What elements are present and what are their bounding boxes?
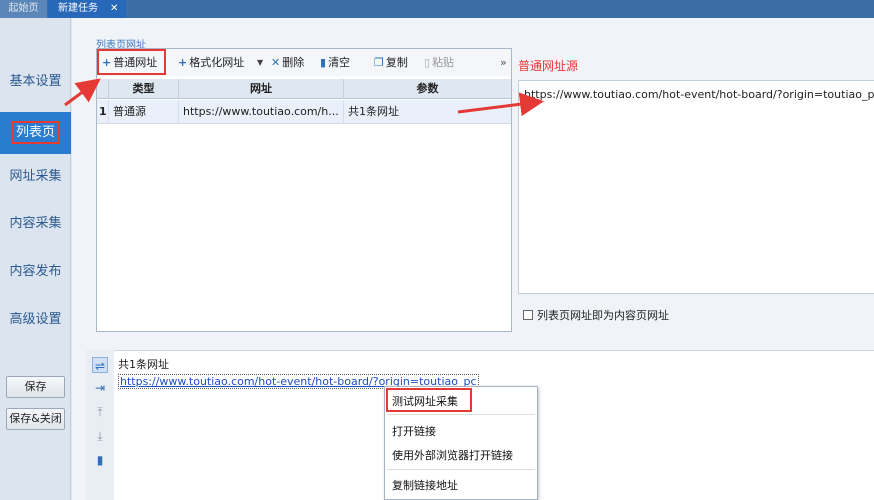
column-header-url[interactable]: 网址 <box>179 79 344 99</box>
plus-icon: + <box>178 56 187 69</box>
cell-type: 普通源 <box>109 100 179 124</box>
move-bottom-icon[interactable]: ⤓ <box>92 428 108 444</box>
sidebar-item-basic-settings[interactable]: 基本设置 <box>0 65 71 99</box>
table-row[interactable]: 1 普通源 https://www.toutiao.com/h... 共1条网址 <box>97 100 511 124</box>
index-header <box>97 79 109 99</box>
cell-url: https://www.toutiao.com/h... <box>179 100 344 124</box>
column-header-type[interactable]: 类型 <box>109 79 179 99</box>
tab-new-task-label: 新建任务 <box>58 3 98 14</box>
sidebar-item-advanced-settings[interactable]: 高级设置 <box>0 303 71 337</box>
save-button[interactable]: 保存 <box>6 376 65 398</box>
plus-icon: + <box>102 56 111 69</box>
url-count-text: 共1条网址 <box>118 356 169 372</box>
column-header-param[interactable]: 参数 <box>344 79 511 99</box>
list-is-content-checkbox[interactable]: 列表页网址即为内容页网址 <box>523 307 669 323</box>
trash-icon[interactable]: ▮ <box>92 452 108 468</box>
sidebar-item-content-collect[interactable]: 内容采集 <box>0 207 71 241</box>
menu-item-open-external[interactable]: 使用外部浏览器打开链接 <box>392 447 513 463</box>
clear-button[interactable]: ▮清空 <box>320 55 350 71</box>
trash-icon: ▮ <box>320 56 326 69</box>
move-top-icon[interactable]: ⤒ <box>92 404 108 420</box>
x-icon: ✕ <box>271 56 280 69</box>
tab-bar <box>0 0 874 18</box>
add-plain-url-label: 普通网址 <box>113 56 157 69</box>
close-icon[interactable]: ✕ <box>110 0 118 18</box>
indent-icon[interactable]: ⇥ <box>92 380 108 396</box>
delete-label: 删除 <box>282 56 304 69</box>
clear-label: 清空 <box>328 56 350 69</box>
paste-icon: ▯ <box>424 56 430 69</box>
menu-separator <box>387 469 535 470</box>
more-tools-button[interactable]: » <box>500 55 507 71</box>
add-plain-url-button[interactable]: +普通网址 <box>102 55 157 71</box>
menu-separator <box>387 414 535 415</box>
url-source-text: https://www.toutiao.com/hot-event/hot-bo… <box>524 88 874 101</box>
tab-start-page[interactable]: 起始页 <box>0 0 47 18</box>
menu-item-open-link[interactable]: 打开链接 <box>392 423 436 439</box>
menu-item-test-url-collect[interactable]: 测试网址采集 <box>392 393 458 409</box>
sidebar-item-content-publish[interactable]: 内容发布 <box>0 255 71 289</box>
paste-button[interactable]: ▯粘贴 <box>424 55 454 71</box>
url-source-textarea[interactable]: https://www.toutiao.com/hot-event/hot-bo… <box>518 80 874 294</box>
checkbox-label: 列表页网址即为内容页网址 <box>537 309 669 322</box>
checkbox-icon <box>523 310 533 320</box>
sidebar-item-list-page[interactable]: 列表页 <box>0 112 71 154</box>
tab-new-task[interactable]: 新建任务 ✕ <box>48 0 126 18</box>
cell-param: 共1条网址 <box>344 100 511 124</box>
sidebar-item-label: 列表页 <box>11 121 60 144</box>
paste-label: 粘贴 <box>432 56 454 69</box>
menu-item-copy-link[interactable]: 复制链接地址 <box>392 477 458 493</box>
table-header: 类型 网址 参数 <box>97 79 511 99</box>
sidebar-item-url-collect[interactable]: 网址采集 <box>0 160 71 194</box>
row-index: 1 <box>97 100 109 124</box>
copy-label: 复制 <box>386 56 408 69</box>
add-formatted-url-button[interactable]: +格式化网址 <box>178 55 244 71</box>
save-close-button[interactable]: 保存&关闭 <box>6 408 65 430</box>
plain-url-source-title: 普通网址源 <box>518 57 578 74</box>
delete-button[interactable]: ✕删除 <box>271 55 304 71</box>
add-formatted-url-label: 格式化网址 <box>189 56 244 69</box>
copy-icon: ❐ <box>374 56 384 69</box>
chevron-down-icon[interactable]: ▼ <box>257 55 263 71</box>
wrap-icon[interactable]: ⇌ <box>92 357 108 373</box>
copy-button[interactable]: ❐复制 <box>374 55 408 71</box>
